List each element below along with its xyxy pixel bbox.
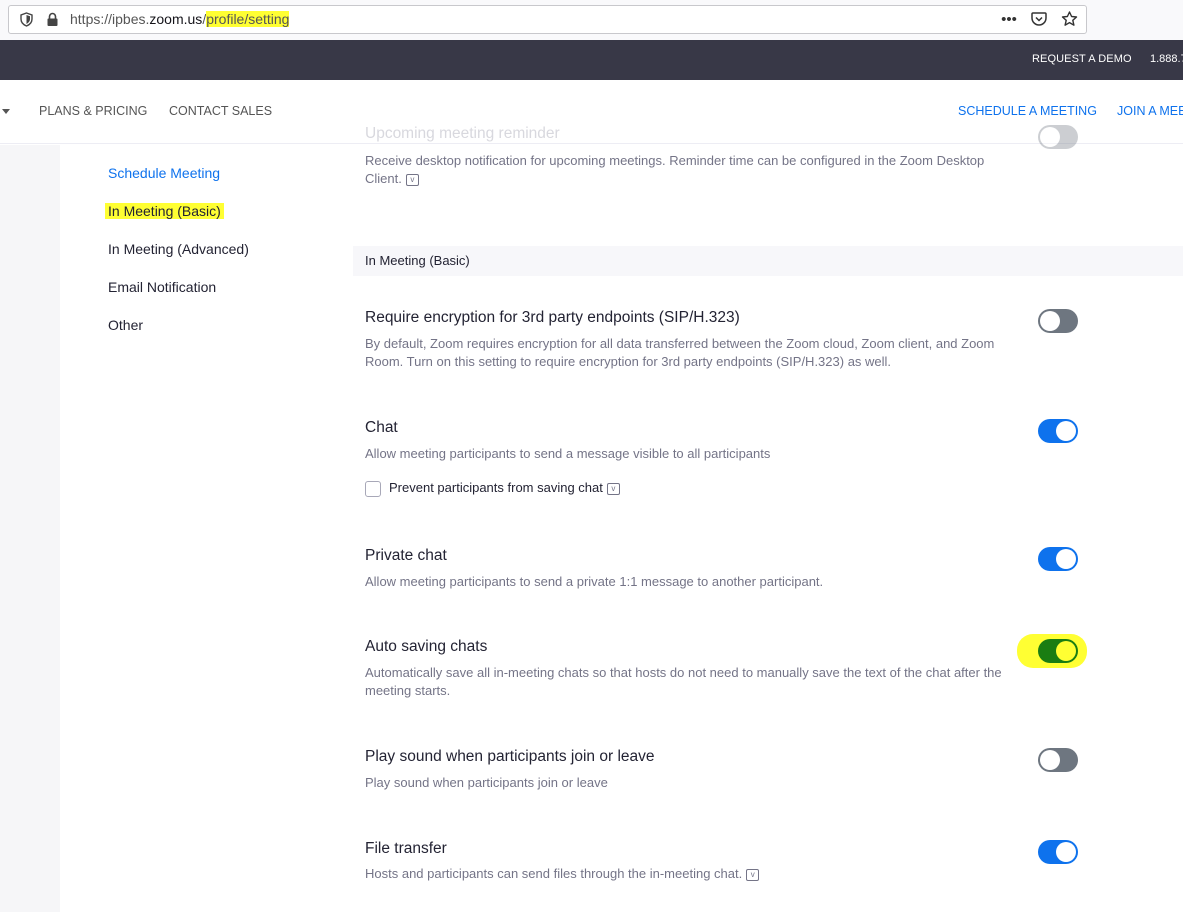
prevent-saving-chat-checkbox[interactable] [365,481,381,497]
play-sound-toggle[interactable] [1038,748,1078,772]
setting-description: Hosts and participants can send files th… [365,865,1005,883]
sidebar-item-in-meeting-basic[interactable]: In Meeting (Basic) [105,203,224,219]
chat-toggle[interactable] [1038,419,1078,443]
setting-description: Play sound when participants join or lea… [365,775,608,790]
toggle-knob [1040,311,1060,331]
setting-title: Private chat [365,547,447,564]
info-icon[interactable]: v [606,482,620,495]
prevent-saving-chat-label: Prevent participants from saving chat v [389,480,620,495]
more-horizontal-icon[interactable]: ••• [1000,10,1018,28]
setting-description: Automatically save all in-meeting chats … [365,665,1002,698]
setting-description: Receive desktop notification for upcomin… [365,153,985,186]
toggle-knob [1056,842,1076,862]
section-header: In Meeting (Basic) [353,246,1183,276]
setting-title: File transfer [365,840,447,857]
address-bar[interactable]: https://ipbes.zoom.us/profile/setting ••… [8,5,1087,34]
contact-sales-link[interactable]: CONTACT SALES [169,104,272,118]
upcoming-reminder-toggle[interactable] [1038,125,1078,149]
auto-saving-chats-toggle[interactable] [1038,639,1078,663]
setting-description: Allow meeting participants to send a pri… [365,574,824,589]
sidebar-item-schedule-meeting[interactable]: Schedule Meeting [108,165,220,181]
star-icon[interactable] [1060,10,1078,28]
setting-title: Auto saving chats [365,638,488,655]
toggle-knob [1056,641,1076,661]
setting-title: Require encryption for 3rd party endpoin… [365,309,740,326]
request-demo-link[interactable]: REQUEST A DEMO [1032,53,1132,65]
pocket-icon[interactable] [1030,10,1048,28]
file-transfer-toggle[interactable] [1038,840,1078,864]
toggle-knob [1056,549,1076,569]
sidebar-item-other[interactable]: Other [108,317,143,333]
join-meeting-link[interactable]: JOIN A MEE [1117,104,1183,118]
toggle-knob [1056,421,1076,441]
url-actions: ••• [1000,9,1078,29]
chevron-down-icon[interactable] [2,109,10,114]
left-margin-strip [0,145,60,912]
toggle-knob [1040,127,1060,147]
setting-title: Chat [365,419,398,436]
lock-icon[interactable] [46,12,59,27]
setting-description: Allow meeting participants to send a mes… [365,446,771,461]
sidebar-item-email-notification[interactable]: Email Notification [108,279,216,295]
url-text[interactable]: https://ipbes.zoom.us/profile/setting [70,11,290,27]
encryption-toggle[interactable] [1038,309,1078,333]
browser-toolbar: https://ipbes.zoom.us/profile/setting ••… [0,0,1183,40]
plans-pricing-link[interactable]: PLANS & PRICING [39,104,147,118]
top-utility-bar: REQUEST A DEMO 1.888.7 [0,40,1183,80]
setting-description: By default, Zoom requires encryption for… [365,336,995,369]
phone-number[interactable]: 1.888.7 [1150,53,1183,65]
main-nav: PLANS & PRICING CONTACT SALES SCHEDULE A… [0,80,1183,144]
info-icon[interactable]: v [746,868,760,881]
shield-icon[interactable] [20,12,33,27]
schedule-meeting-link[interactable]: SCHEDULE A MEETING [958,104,1097,118]
setting-title: Upcoming meeting reminder [365,125,560,142]
setting-title: Play sound when participants join or lea… [365,748,655,765]
private-chat-toggle[interactable] [1038,547,1078,571]
toggle-knob [1040,750,1060,770]
info-icon[interactable]: v [405,173,419,186]
sidebar-item-in-meeting-advanced[interactable]: In Meeting (Advanced) [108,241,249,257]
